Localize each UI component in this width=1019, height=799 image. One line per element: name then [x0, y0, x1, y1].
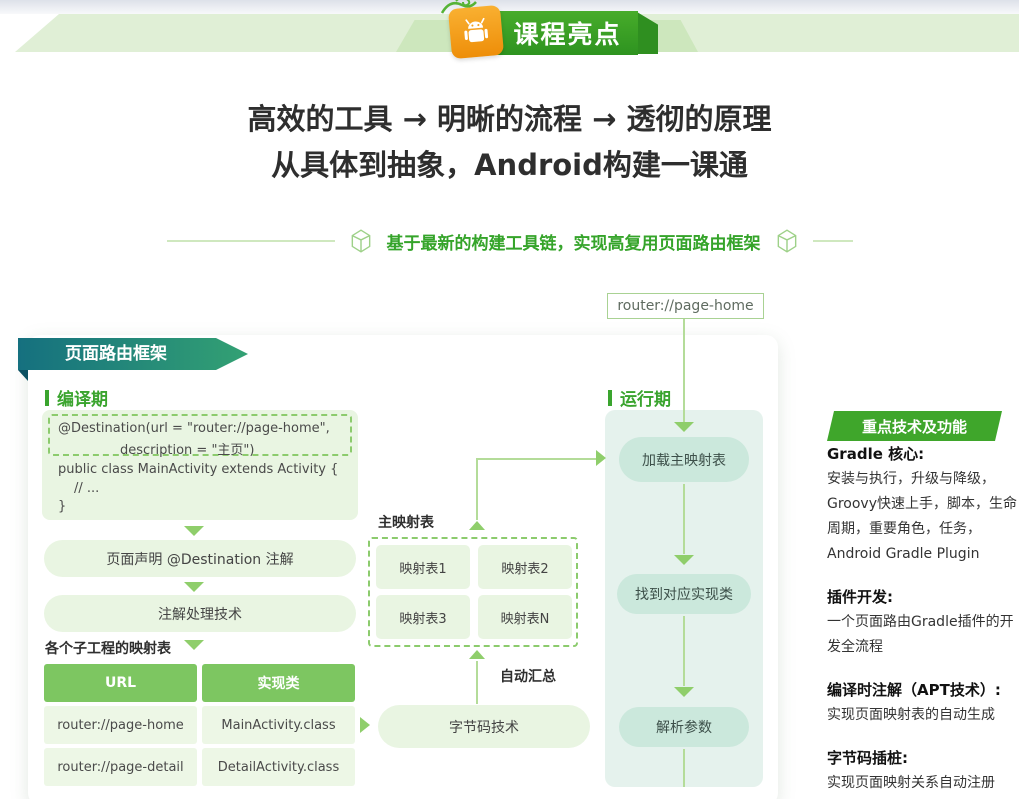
heading-bar [45, 390, 49, 406]
android-robot-icon [456, 12, 495, 51]
router-url-tag: router://page-home [607, 293, 764, 319]
connector-line [683, 749, 685, 787]
step-label: 注解处理技术 [158, 604, 242, 624]
connector-line [476, 458, 478, 520]
ribbon-label: 课程亮点 [513, 15, 621, 51]
arrow-down-icon [184, 526, 204, 536]
title-line-2: 从具体到抽象，Android构建一课通 [0, 142, 1019, 188]
panel-title: 页面路由框架 [65, 344, 167, 364]
key-tech-title: Gradle 核心: [827, 443, 1019, 464]
mapping-cell: 映射表2 [478, 545, 572, 589]
main-table-label: 主映射表 [378, 512, 434, 532]
bytecode-label: 字节码技术 [449, 717, 519, 737]
runtime-step-label: 找到对应实现类 [635, 584, 733, 604]
code-line: // ... [74, 481, 99, 496]
runtime-step-pill: 解析参数 [619, 707, 749, 747]
runtime-heading-label: 运行期 [620, 385, 671, 410]
arrow-down-icon [674, 687, 694, 697]
key-tech-title: 编译时注解（APT技术）: [827, 679, 1019, 700]
page-title: 高效的工具 → 明晰的流程 → 透彻的原理 从具体到抽象，Android构建一课… [0, 96, 1019, 188]
runtime-step-pill: 找到对应实现类 [617, 574, 751, 614]
table-cell: router://page-home [44, 706, 197, 744]
connector-line [683, 616, 685, 686]
arrow-down-icon [184, 582, 204, 592]
compile-heading-label: 编译期 [57, 385, 108, 410]
code-line: description = "主页") [120, 439, 254, 458]
key-tech-list: Gradle 核心: 安装与执行，升级与降级，Groovy快速上手，脚本，生命周… [827, 443, 1019, 799]
key-tech-desc: 实现页面映射表的自动生成 [827, 703, 1019, 728]
intro-text: 基于最新的构建工具链，实现高复用页面路由框架 [387, 229, 761, 254]
key-tech-badge-label: 重点技术及功能 [862, 416, 967, 437]
step-declaration-pill: 页面声明 @Destination 注解 [44, 540, 356, 577]
key-tech-desc: 实现页面映射关系自动注册 [827, 771, 1019, 796]
arrow-down-icon [674, 555, 694, 565]
arrow-up-icon [469, 521, 485, 530]
key-tech-desc: 一个页面路由Gradle插件的开发全流程 [827, 610, 1019, 660]
code-line: public class MainActivity extends Activi… [58, 462, 338, 477]
runtime-step-pill: 加载主映射表 [619, 437, 749, 482]
key-tech-title: 插件开发: [827, 586, 1019, 607]
table-header-class: 实现类 [202, 664, 355, 702]
key-tech-desc: 安装与执行，升级与降级，Groovy快速上手，脚本，生命周期，重要角色，任务，A… [827, 467, 1019, 567]
key-tech-item: 字节码插桩: 实现页面映射关系自动注册 [827, 747, 1019, 796]
connector-line [683, 319, 685, 422]
runtime-step-label: 加载主映射表 [642, 450, 726, 470]
connector-line [476, 661, 478, 704]
title-line-1: 高效的工具 → 明晰的流程 → 透彻的原理 [0, 96, 1019, 142]
connector-line [476, 458, 598, 460]
table-cell: MainActivity.class [202, 706, 355, 744]
heading-bar [608, 390, 612, 406]
arrow-right-icon [596, 450, 606, 466]
table-cell: router://page-detail [44, 748, 197, 786]
course-highlights-page: 课程亮点 高效的工具 → 明晰的流程 → 透彻的原理 从具体到抽象，Androi… [0, 0, 1019, 799]
panel-title-ribbon: 页面路由框架 [18, 338, 248, 370]
key-tech-badge: 重点技术及功能 [827, 411, 1002, 441]
runtime-section-heading: 运行期 [608, 385, 671, 410]
arrow-down-icon [674, 422, 694, 432]
arrow-down-icon [184, 640, 204, 650]
intro-right-line [813, 240, 853, 242]
arrow-right-icon [360, 717, 370, 733]
key-tech-item: 插件开发: 一个页面路由Gradle插件的开发全流程 [827, 586, 1019, 660]
key-tech-item: 编译时注解（APT技术）: 实现页面映射表的自动生成 [827, 679, 1019, 728]
code-line: } [58, 499, 66, 514]
step-label: 页面声明 @Destination 注解 [106, 549, 293, 569]
arrow-up-icon [469, 650, 485, 659]
table-header-url: URL [44, 664, 197, 702]
subproject-tables-label: 各个子工程的映射表 [45, 638, 171, 658]
mapping-cell: 映射表1 [376, 545, 470, 589]
mapping-cell: 映射表3 [376, 595, 470, 639]
panel-ribbon-fold [18, 370, 28, 381]
mapping-cell: 映射表N [478, 595, 572, 639]
step-annotation-processing-pill: 注解处理技术 [44, 595, 356, 632]
key-tech-item: Gradle 核心: 安装与执行，升级与降级，Groovy快速上手，脚本，生命周… [827, 443, 1019, 567]
table-cell: DetailActivity.class [202, 748, 355, 786]
auto-merge-label: 自动汇总 [500, 666, 556, 686]
key-tech-title: 字节码插桩: [827, 747, 1019, 768]
bytecode-pill: 字节码技术 [378, 705, 590, 748]
router-url-label: router://page-home [617, 298, 753, 314]
polyhedron-icon [774, 228, 800, 254]
intro-left-line [167, 240, 335, 242]
polyhedron-icon [348, 228, 374, 254]
runtime-step-label: 解析参数 [656, 717, 712, 737]
android-badge [448, 5, 504, 59]
code-line: @Destination(url = "router://page-home", [58, 421, 330, 436]
compile-section-heading: 编译期 [45, 385, 108, 410]
course-highlights-ribbon: 课程亮点 [497, 11, 638, 55]
section-intro: 基于最新的构建工具链，实现高复用页面路由框架 [0, 228, 1019, 254]
connector-line [683, 484, 685, 554]
